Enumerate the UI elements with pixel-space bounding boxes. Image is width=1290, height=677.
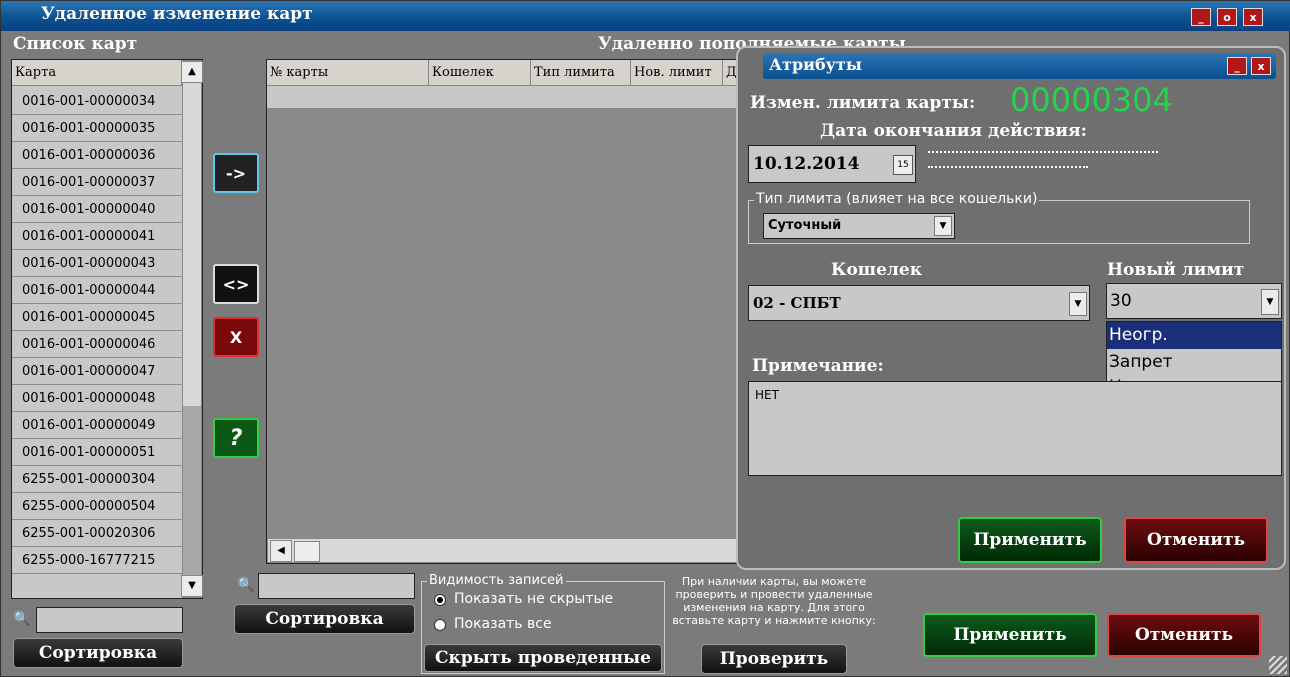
close-button[interactable]: x: [1243, 8, 1263, 26]
list-item[interactable]: 0016-001-00000051: [12, 439, 182, 466]
binoculars-icon: 🔍: [13, 611, 31, 627]
remote-cards-grid[interactable]: № карты Кошелек Тип лимита Нов. лимит Д …: [266, 59, 741, 564]
chevron-down-icon[interactable]: ▼: [1069, 292, 1087, 316]
maximize-button[interactable]: o: [1217, 8, 1237, 26]
radio-label-2: Показать все: [454, 616, 552, 632]
card-list[interactable]: Карта 0016-001-00000034 0016-001-00000035…: [11, 59, 203, 599]
list-item[interactable]: 6255-000-16777215: [12, 547, 182, 574]
dialog-title-bar[interactable]: Атрибуты _ x: [763, 53, 1276, 79]
list-item[interactable]: 0016-001-00000048: [12, 385, 182, 412]
list-item[interactable]: 0016-001-00000034: [12, 88, 182, 115]
apply-button[interactable]: Применить: [923, 613, 1097, 657]
list-item[interactable]: 0016-001-00000047: [12, 358, 182, 385]
hide-processed-button[interactable]: Скрыть проведенные: [424, 644, 662, 672]
card-search-input[interactable]: [36, 607, 183, 633]
list-item[interactable]: 0016-001-00000045: [12, 304, 182, 331]
dialog-cancel-button[interactable]: Отменить: [1124, 517, 1268, 563]
note-label: Примечание:: [752, 356, 884, 376]
list-item[interactable]: 0016-001-00000044: [12, 277, 182, 304]
wallet-label: Кошелек: [831, 260, 922, 280]
radio-show-all[interactable]: [434, 619, 446, 631]
window-title: Удаленное изменение карт: [41, 4, 313, 24]
limit-type-group: Тип лимита (влияет на все кошельки) Суто…: [748, 191, 1250, 244]
list-item[interactable]: 0016-001-00000049: [12, 412, 182, 439]
note-textarea[interactable]: НЕТ: [748, 381, 1282, 476]
list-item[interactable]: 0016-001-00000041: [12, 223, 182, 250]
list-item[interactable]: 6255-000-00000504: [12, 493, 182, 520]
new-limit-select[interactable]: 30 ▼: [1106, 283, 1282, 319]
add-card-button[interactable]: ->: [213, 153, 259, 193]
scroll-up-icon[interactable]: ▲: [181, 61, 203, 83]
list-item[interactable]: 6255-001-00020306: [12, 520, 182, 547]
grid-hscrollbar[interactable]: ◀: [267, 538, 740, 563]
visibility-group: Видимость записей Показать не скрытые По…: [421, 573, 665, 674]
minimize-button[interactable]: _: [1191, 8, 1211, 26]
new-limit-label: Новый лимит: [1107, 260, 1245, 280]
col-wallet[interactable]: Кошелек: [429, 60, 531, 86]
dialog-apply-button[interactable]: Применить: [958, 517, 1102, 563]
list-item[interactable]: 0016-001-00000040: [12, 196, 182, 223]
expiry-date-label: Дата окончания действия:: [820, 121, 1087, 141]
list-item[interactable]: 0016-001-00000035: [12, 115, 182, 142]
col-card-number[interactable]: № карты: [267, 60, 429, 86]
radio-label-1: Показать не скрытые: [454, 591, 614, 607]
help-button[interactable]: ?: [213, 418, 259, 458]
expiry-hint-text: [928, 151, 1158, 161]
card-number-display: 00000304: [1010, 81, 1173, 119]
card-list-scrollbar[interactable]: ▲ ▼: [181, 60, 203, 598]
table-row[interactable]: [267, 86, 740, 109]
delete-button[interactable]: X: [213, 317, 259, 357]
list-item[interactable]: 6255-001-00000304: [12, 466, 182, 493]
grid-empty-area: [267, 108, 740, 538]
check-button[interactable]: Проверить: [701, 644, 847, 674]
wallet-value: 02 - СПБТ: [753, 294, 841, 312]
limit-change-label: Измен. лимита карты:: [750, 93, 976, 113]
card-list-title: Список карт: [13, 34, 138, 54]
col-limit-type[interactable]: Тип лимита: [531, 60, 631, 86]
sort-button-center[interactable]: Сортировка: [234, 604, 415, 634]
scroll-left-icon[interactable]: ◀: [270, 540, 292, 562]
sort-button-left[interactable]: Сортировка: [13, 638, 183, 668]
cancel-button[interactable]: Отменить: [1107, 613, 1261, 657]
swap-button[interactable]: <>: [213, 264, 259, 304]
center-search-input[interactable]: [258, 573, 415, 599]
binoculars-icon-center: 🔍: [237, 577, 255, 593]
chevron-down-icon[interactable]: ▼: [1261, 289, 1279, 315]
dialog-title: Атрибуты: [769, 55, 862, 74]
hscroll-thumb[interactable]: [294, 541, 320, 562]
radio-show-not-hidden[interactable]: [434, 594, 446, 606]
wallet-select[interactable]: 02 - СПБТ ▼: [748, 285, 1090, 321]
col-new-limit[interactable]: Нов. лимит: [631, 60, 723, 86]
expiry-date-input[interactable]: 10.12.2014 15: [748, 145, 916, 183]
attributes-dialog: Атрибуты _ x Измен. лимита карты: 000003…: [736, 46, 1286, 570]
dialog-minimize-button[interactable]: _: [1227, 57, 1247, 75]
dialog-close-button[interactable]: x: [1251, 57, 1271, 75]
expiry-date-value: 10.12.2014: [753, 154, 860, 174]
new-limit-value[interactable]: 30: [1110, 291, 1132, 311]
main-window: Удаленное изменение карт _ o x Список ка…: [0, 0, 1290, 677]
list-item[interactable]: 0016-001-00000046: [12, 331, 182, 358]
scroll-down-icon[interactable]: ▼: [181, 575, 203, 597]
limit-type-value: Суточный: [768, 218, 842, 233]
list-item[interactable]: 0016-001-00000037: [12, 169, 182, 196]
chevron-down-icon[interactable]: ▼: [934, 216, 952, 236]
scroll-thumb[interactable]: [183, 406, 201, 576]
dropdown-option[interactable]: Неогр.: [1107, 322, 1281, 349]
check-info-text: При наличии карты, вы можете проверить и…: [672, 575, 876, 627]
resize-grip-icon[interactable]: [1269, 656, 1287, 674]
list-item[interactable]: 0016-001-00000043: [12, 250, 182, 277]
expiry-hint-text-2: [928, 166, 1088, 176]
list-item[interactable]: 0016-001-00000036: [12, 142, 182, 169]
limit-type-select[interactable]: Суточный ▼: [763, 213, 955, 239]
visibility-legend: Видимость записей: [427, 573, 566, 588]
title-bar[interactable]: Удаленное изменение карт _ o x: [1, 1, 1290, 31]
dropdown-option[interactable]: Запрет: [1107, 349, 1281, 376]
limit-type-legend: Тип лимита (влияет на все кошельки): [754, 191, 1040, 207]
calendar-icon[interactable]: 15: [893, 155, 913, 175]
note-value: НЕТ: [755, 388, 779, 402]
card-column-header[interactable]: Карта: [12, 60, 182, 86]
